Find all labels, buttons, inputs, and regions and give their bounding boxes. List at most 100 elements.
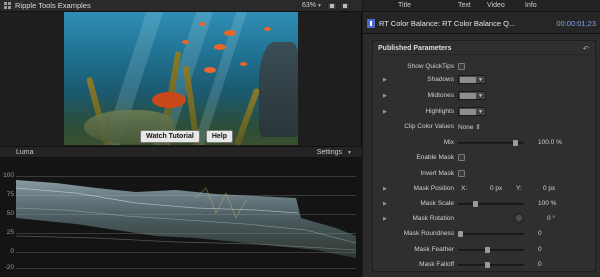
help-button[interactable]: Help xyxy=(205,130,234,143)
waveform-plot xyxy=(16,180,356,258)
tick-label: 0 xyxy=(10,248,14,255)
section-title: Published Parameters xyxy=(378,45,452,52)
viewer-toolbar: Ripple Tools Examples 63% ▼ xyxy=(0,0,362,12)
param-label: Mask Position xyxy=(413,185,454,192)
viewer-title: Ripple Tools Examples xyxy=(15,1,91,10)
param-label: Mask Rotation xyxy=(412,215,454,222)
param-slider[interactable] xyxy=(458,201,524,207)
effect-title: RT Color Balance: RT Color Balance Q... xyxy=(379,19,516,28)
param-value[interactable]: 100.0 % xyxy=(538,139,562,146)
timecode: 00:00:01;23 xyxy=(556,19,596,28)
param-label: Midtones xyxy=(427,92,454,99)
slider-knob[interactable] xyxy=(513,140,518,146)
diver-silhouette xyxy=(259,42,298,137)
x-label: X: xyxy=(461,185,468,192)
app-window: Ripple Tools Examples 63% ▼ Watch Tutori… xyxy=(0,0,600,277)
disclosure-triangle-icon[interactable]: ▶ xyxy=(383,186,387,192)
tick-label: 50 xyxy=(6,210,14,217)
param-row-invert-mask: Invert Mask xyxy=(373,169,597,180)
disclosure-triangle-icon[interactable]: ▶ xyxy=(383,77,387,83)
scope-title: Luma xyxy=(16,149,34,156)
tab-video[interactable]: Video xyxy=(487,2,505,9)
param-label: Highlights xyxy=(425,108,454,115)
disclosure-triangle-icon[interactable]: ▶ xyxy=(383,93,387,99)
watch-tutorial-button[interactable]: Watch Tutorial xyxy=(140,130,200,143)
disclosure-triangle-icon[interactable]: ▶ xyxy=(383,201,387,207)
slider-knob[interactable] xyxy=(473,201,478,207)
param-slider[interactable] xyxy=(458,140,524,146)
y-value[interactable]: 0 px xyxy=(543,185,555,192)
tab-title[interactable]: Title xyxy=(398,2,411,9)
param-label: Invert Mask xyxy=(420,170,454,177)
param-label: Clip Color Values xyxy=(404,123,454,130)
zoom-level[interactable]: 63% xyxy=(302,2,316,9)
param-row-shadows: ▶ Shadows ▼ xyxy=(373,75,597,86)
tick-label: 75 xyxy=(6,191,14,198)
param-slider[interactable] xyxy=(458,262,524,268)
param-value[interactable]: 100 % xyxy=(538,200,556,207)
param-row-highlights: ▶ Highlights ▼ xyxy=(373,107,597,118)
param-label: Mask Feather xyxy=(414,246,454,253)
param-value[interactable]: 0 xyxy=(538,230,542,237)
param-label: Show QuickTips xyxy=(407,63,454,70)
tick-label: 100 xyxy=(3,172,14,179)
scope-settings-button[interactable]: Settings xyxy=(317,149,342,156)
display-options-button[interactable] xyxy=(340,2,350,10)
param-row-mask-rotation: ▶ Mask Rotation 0 ° xyxy=(373,213,597,225)
param-label: Mask Roundness xyxy=(403,230,454,237)
effect-icon xyxy=(367,19,375,28)
param-row-clip-color-values: Clip Color Values None ⇕ xyxy=(373,122,597,133)
param-row-mask-roundness: Mask Roundness 0 xyxy=(373,229,597,240)
section-header: Published Parameters ↶ xyxy=(373,41,595,55)
param-label: Mix xyxy=(443,139,454,146)
param-row-show-quicktips: Show QuickTips xyxy=(373,62,597,73)
y-label: Y: xyxy=(516,185,522,192)
param-value[interactable]: 0 xyxy=(538,261,542,268)
param-label: Mask Scale xyxy=(420,200,454,207)
param-row-mask-falloff: Mask Falloff 0 xyxy=(373,260,597,271)
color-well[interactable]: ▼ xyxy=(458,91,486,100)
chevron-down-icon[interactable]: ▼ xyxy=(347,150,352,156)
video-frame: Watch Tutorial Help xyxy=(64,12,298,145)
tick-label: -20 xyxy=(4,264,14,271)
tick-label: 25 xyxy=(6,229,14,236)
color-well[interactable]: ▼ xyxy=(458,107,486,116)
inspector-tabs: Title Text Video Info xyxy=(363,0,600,12)
param-row-enable-mask: Enable Mask xyxy=(373,153,597,164)
rotation-dial[interactable] xyxy=(514,213,524,223)
luma-waveform: 100 75 50 25 0 -20 xyxy=(0,158,362,277)
view-options-button[interactable] xyxy=(327,2,337,10)
param-row-mix: Mix 100.0 % xyxy=(373,138,597,149)
param-label: Enable Mask xyxy=(416,154,454,161)
param-row-mask-scale: ▶ Mask Scale 100 % xyxy=(373,199,597,210)
tab-info[interactable]: Info xyxy=(525,2,537,9)
param-row-mask-feather: Mask Feather 0 xyxy=(373,245,597,256)
inspector-pane: Title Text Video Info RT Color Balance: … xyxy=(363,0,600,277)
param-value[interactable]: 0 ° xyxy=(547,215,555,222)
color-well[interactable]: ▼ xyxy=(458,75,486,84)
published-parameters-panel: Published Parameters ↶ Show QuickTips ▶ Sh… xyxy=(372,40,596,272)
chevron-down-icon[interactable]: ▼ xyxy=(317,3,322,9)
param-checkbox[interactable] xyxy=(458,63,465,70)
x-value[interactable]: 0 px xyxy=(490,185,502,192)
param-label: Shadows xyxy=(427,76,454,83)
slider-knob[interactable] xyxy=(458,231,463,237)
param-checkbox[interactable] xyxy=(458,154,465,161)
param-label: Mask Falloff xyxy=(419,261,454,268)
param-value[interactable]: 0 xyxy=(538,246,542,253)
slider-knob[interactable] xyxy=(485,262,490,268)
library-grid-icon[interactable] xyxy=(4,2,11,9)
param-popup-menu[interactable]: None ⇕ xyxy=(458,123,481,131)
disclosure-triangle-icon[interactable]: ▶ xyxy=(383,109,387,115)
param-row-midtones: ▶ Midtones ▼ xyxy=(373,91,597,102)
param-row-mask-position: ▶ Mask Position X: 0 px Y: 0 px xyxy=(373,184,597,195)
disclosure-triangle-icon[interactable]: ▶ xyxy=(383,216,387,222)
slider-knob[interactable] xyxy=(485,247,490,253)
viewer-pane: Ripple Tools Examples 63% ▼ Watch Tutori… xyxy=(0,0,362,277)
scope-toolbar: Luma Settings ▼ xyxy=(0,146,362,158)
param-slider[interactable] xyxy=(458,231,524,237)
param-slider[interactable] xyxy=(458,247,524,253)
param-checkbox[interactable] xyxy=(458,170,465,177)
reset-icon[interactable]: ↶ xyxy=(583,44,589,53)
tab-text[interactable]: Text xyxy=(458,2,471,9)
